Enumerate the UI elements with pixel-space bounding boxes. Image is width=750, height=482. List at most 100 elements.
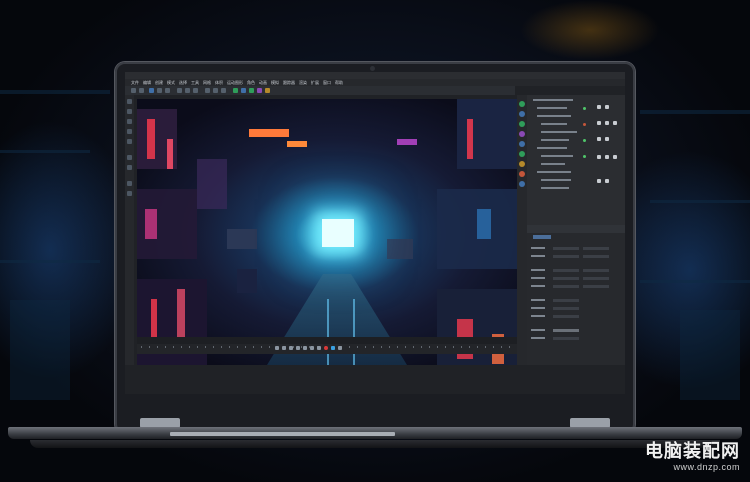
workplane-icon[interactable] [127,191,132,196]
keyframe-icon[interactable] [338,346,342,350]
object-row[interactable] [541,179,571,181]
attribute-row[interactable] [531,255,621,258]
select-tool-icon[interactable] [127,99,132,104]
menu-item-mesh[interactable]: 网格 [203,79,211,86]
menu-item-mode[interactable]: 模式 [167,79,175,86]
generator-icon[interactable] [249,88,254,93]
undo-icon[interactable] [131,88,136,93]
cube-icon[interactable] [233,88,238,93]
tag-icon[interactable] [605,155,609,159]
rotate-icon[interactable] [165,88,170,93]
object-row[interactable] [533,99,573,101]
tag-icon[interactable] [605,105,609,109]
3d-viewport[interactable] [137,99,517,365]
object-row[interactable] [541,123,567,125]
menu-item-select[interactable]: 选择 [179,79,187,86]
object-row[interactable] [541,163,565,165]
previous-frame-icon[interactable] [289,346,293,350]
tag-icon[interactable] [597,121,601,125]
attribute-row[interactable] [531,269,621,272]
points-mode-icon[interactable] [127,119,132,124]
attribute-row[interactable] [531,315,621,318]
object-icon[interactable] [519,101,525,107]
object-icon[interactable] [519,181,525,187]
tag-icon[interactable] [613,155,617,159]
menu-item-file[interactable]: 文件 [131,79,139,86]
spline-icon[interactable] [241,88,246,93]
attribute-row[interactable] [531,299,621,302]
attribute-row[interactable] [531,285,621,288]
attribute-row[interactable] [531,337,621,340]
menu-item-render[interactable]: 渲染 [299,79,307,86]
object-row[interactable] [537,171,571,173]
render-view-icon[interactable] [205,88,210,93]
menu-item-volume[interactable]: 体积 [215,79,223,86]
attribute-tab-active[interactable] [533,235,551,239]
snap-icon[interactable] [127,181,132,186]
object-icon[interactable] [519,171,525,177]
menu-item-mograph[interactable]: 运动图形 [227,79,243,86]
deformer-icon[interactable] [257,88,262,93]
tag-icon[interactable] [597,105,601,109]
object-row[interactable] [541,155,573,157]
tag-icon[interactable] [613,121,617,125]
attribute-row[interactable] [531,277,621,280]
redo-icon[interactable] [139,88,144,93]
object-icon[interactable] [519,151,525,157]
tag-icon[interactable] [605,179,609,183]
tag-icon[interactable] [597,137,601,141]
object-row[interactable] [537,115,571,117]
previous-key-icon[interactable] [282,346,286,350]
menu-item-tracker[interactable]: 跟踪器 [283,79,295,86]
menu-item-window[interactable]: 窗口 [323,79,331,86]
menu-item-edit[interactable]: 编辑 [143,79,151,86]
object-row[interactable] [541,187,569,189]
menu-item-create[interactable]: 创建 [155,79,163,86]
render-picture-icon[interactable] [213,88,218,93]
attribute-row[interactable] [531,247,621,250]
axis-x-icon[interactable] [177,88,182,93]
object-icon[interactable] [519,111,525,117]
axis-y-icon[interactable] [185,88,190,93]
tag-icon[interactable] [597,155,601,159]
render-settings-icon[interactable] [221,88,226,93]
object-icon[interactable] [519,141,525,147]
object-row[interactable] [537,107,567,109]
attribute-row[interactable] [531,307,621,310]
scale-icon[interactable] [157,88,162,93]
menu-item-tools[interactable]: 工具 [191,79,199,86]
menu-item-character[interactable]: 角色 [247,79,255,86]
object-icon[interactable] [519,121,525,127]
visibility-dot[interactable] [583,107,586,110]
texture-mode-icon[interactable] [127,165,132,170]
light-icon[interactable] [265,88,270,93]
tag-icon[interactable] [605,121,609,125]
object-row[interactable] [537,147,567,149]
visibility-dot[interactable] [583,123,586,126]
go-to-end-icon[interactable] [317,346,321,350]
visibility-dot[interactable] [583,139,586,142]
attribute-row[interactable] [531,329,621,332]
model-mode-icon[interactable] [127,155,132,160]
menu-item-extensions[interactable]: 扩展 [311,79,319,86]
tag-icon[interactable] [597,179,601,183]
axis-z-icon[interactable] [193,88,198,93]
menu-item-help[interactable]: 帮助 [335,79,343,86]
next-key-icon[interactable] [310,346,314,350]
object-row[interactable] [541,131,577,133]
object-row[interactable] [541,139,569,141]
tag-icon[interactable] [605,137,609,141]
play-icon[interactable] [296,346,300,350]
polygons-mode-icon[interactable] [127,139,132,144]
move-icon[interactable] [149,88,154,93]
object-icon[interactable] [519,131,525,137]
edges-mode-icon[interactable] [127,129,132,134]
menu-item-animate[interactable]: 动画 [259,79,267,86]
go-to-start-icon[interactable] [275,346,279,350]
object-icon[interactable] [519,161,525,167]
record-icon[interactable] [324,346,328,350]
visibility-dot[interactable] [583,155,586,158]
autokey-icon[interactable] [331,346,335,350]
live-select-icon[interactable] [127,109,132,114]
next-frame-icon[interactable] [303,346,307,350]
